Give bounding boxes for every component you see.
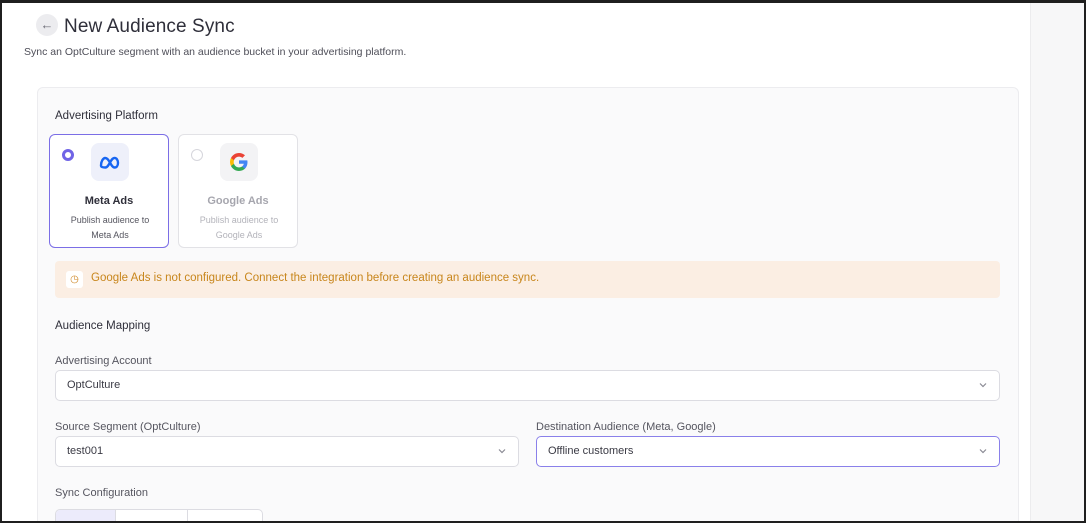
advertising-account-select[interactable]: OptCulture bbox=[55, 370, 1000, 401]
page-gutter bbox=[1030, 0, 1086, 523]
destination-audience-select[interactable]: Offline customers bbox=[536, 436, 1000, 467]
advertising-platform-label: Advertising Platform bbox=[55, 110, 158, 122]
sync-config-tab[interactable] bbox=[56, 510, 116, 523]
meta-ads-description: Publish audience to Meta Ads bbox=[70, 215, 150, 240]
meta-ads-name: Meta Ads bbox=[84, 195, 134, 207]
destination-audience-label: Destination Audience (Meta, Google) bbox=[536, 421, 716, 433]
audience-mapping-label: Audience Mapping bbox=[55, 320, 151, 332]
warning-text: Google Ads is not configured. Connect th… bbox=[91, 272, 540, 284]
sync-config-tab[interactable] bbox=[188, 510, 262, 523]
platform-option-meta-ads[interactable]: Meta Ads Publish audience to Meta Ads bbox=[49, 134, 169, 248]
google-ads-name: Google Ads bbox=[207, 195, 269, 207]
warning-clock-icon: ◷ bbox=[66, 271, 83, 288]
meta-ads-radio[interactable] bbox=[62, 149, 74, 161]
source-segment-value: test001 bbox=[67, 445, 104, 457]
advertising-account-value: OptCulture bbox=[67, 379, 121, 391]
chevron-down-icon bbox=[979, 449, 987, 454]
page-subtitle: Sync an OptCulture segment with an audie… bbox=[24, 46, 407, 58]
sync-configuration-tabs bbox=[55, 509, 263, 523]
page-title: New Audience Sync bbox=[64, 16, 235, 37]
google-logo-icon bbox=[220, 143, 258, 181]
platform-option-google-ads[interactable]: Google Ads Publish audience to Google Ad… bbox=[178, 134, 298, 248]
sync-configuration-label: Sync Configuration bbox=[55, 487, 148, 499]
chevron-down-icon bbox=[498, 449, 506, 454]
google-ads-radio[interactable] bbox=[191, 149, 203, 161]
arrow-left-icon: ← bbox=[40, 17, 54, 32]
advertising-account-label: Advertising Account bbox=[55, 355, 152, 367]
destination-audience-value: Offline customers bbox=[548, 445, 634, 457]
warning-banner: ◷ Google Ads is not configured. Connect … bbox=[55, 261, 1000, 298]
sync-config-tab[interactable] bbox=[116, 510, 188, 523]
meta-logo-icon bbox=[91, 143, 129, 181]
google-ads-description: Publish audience to Google Ads bbox=[199, 215, 279, 240]
back-button[interactable]: ← bbox=[36, 14, 58, 36]
source-segment-select[interactable]: test001 bbox=[55, 436, 519, 467]
source-segment-label: Source Segment (OptCulture) bbox=[55, 421, 201, 433]
chevron-down-icon bbox=[979, 383, 987, 388]
